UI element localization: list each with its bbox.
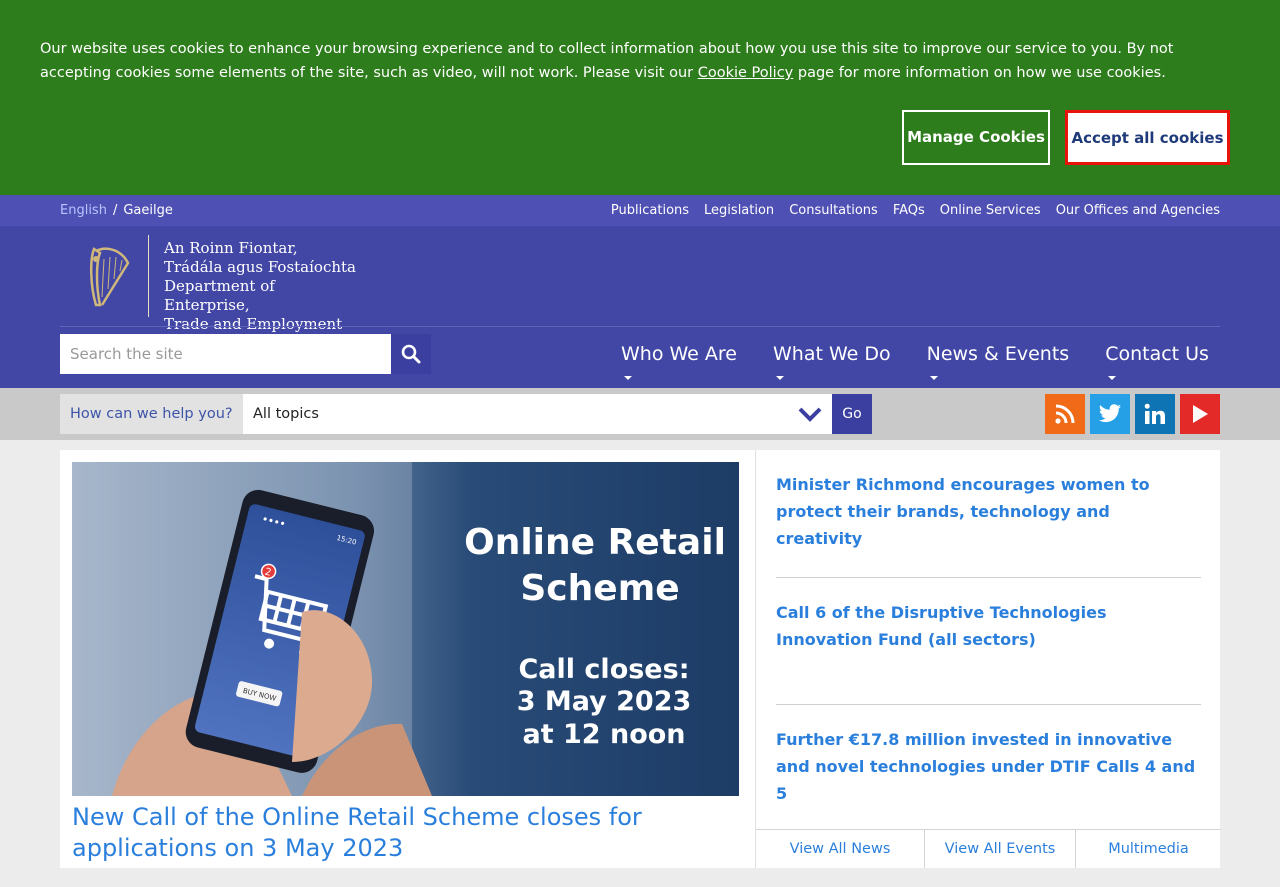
banner-sub-3: at 12 noon — [522, 719, 685, 750]
manage-cookies-button[interactable]: Manage Cookies — [902, 110, 1050, 165]
twitter-icon[interactable] — [1090, 394, 1130, 434]
view-all-news-link[interactable]: View All News — [756, 830, 925, 868]
util-link-online-services[interactable]: Online Services — [940, 203, 1041, 218]
nav-news-events[interactable]: News & Events — [909, 340, 1088, 380]
lang-separator: / — [112, 203, 118, 218]
util-link-consultations[interactable]: Consultations — [789, 203, 878, 218]
lang-gaeilge-link[interactable]: Gaeilge — [123, 203, 173, 218]
go-button[interactable]: Go — [832, 394, 872, 434]
chevron-down-icon — [798, 407, 822, 422]
social-links — [1045, 394, 1220, 434]
logo-divider — [148, 235, 149, 317]
accept-all-cookies-button[interactable]: Accept all cookies — [1065, 110, 1230, 165]
news-divider — [776, 577, 1201, 578]
harp-icon — [90, 247, 130, 307]
featured-image[interactable]: 15:20 2 BUY NOW Online Retail Scheme Cal… — [72, 462, 739, 796]
util-link-publications[interactable]: Publications — [611, 203, 689, 218]
linkedin-glyph — [1144, 403, 1165, 424]
help-bar: How can we help you? All topics Go — [0, 388, 1280, 440]
banner-heading-2: Scheme — [520, 568, 679, 609]
nav-what-we-do[interactable]: What We Do — [755, 340, 909, 380]
banner-heading-1: Online Retail — [464, 522, 726, 563]
online-retail-scheme-banner: 15:20 2 BUY NOW Online Retail Scheme Cal… — [72, 462, 739, 796]
featured-story: 15:20 2 BUY NOW Online Retail Scheme Cal… — [60, 450, 755, 868]
logo-line-2: Trádála agus Fostaíochta — [164, 258, 356, 276]
youtube-icon[interactable] — [1180, 394, 1220, 434]
cookie-policy-link[interactable]: Cookie Policy — [698, 65, 794, 81]
nav-contact-us[interactable]: Contact Us — [1087, 340, 1227, 380]
topic-selected-value: All topics — [253, 406, 319, 422]
view-all-events-link[interactable]: View All Events — [925, 830, 1076, 868]
rss-icon[interactable] — [1045, 394, 1085, 434]
cookie-message: Our website uses cookies to enhance your… — [40, 37, 1240, 85]
nav-label: News & Events — [926, 343, 1070, 365]
search-input[interactable]: Search the site — [60, 334, 391, 374]
util-link-faqs[interactable]: FAQs — [893, 203, 925, 218]
nav-label: Contact Us — [1105, 343, 1209, 365]
linkedin-icon[interactable] — [1135, 394, 1175, 434]
logo-line-3: Department of Enterprise, — [164, 277, 275, 314]
util-link-legislation[interactable]: Legislation — [704, 203, 774, 218]
nav-who-we-are[interactable]: Who We Are — [603, 340, 755, 380]
news-item[interactable]: Further €17.8 million invested in innova… — [776, 726, 1201, 807]
news-item[interactable]: Call 6 of the Disruptive Technologies In… — [776, 599, 1201, 653]
logo-line-1: An Roinn Fiontar, — [164, 239, 298, 257]
news-divider — [776, 704, 1201, 705]
twitter-bird-glyph — [1099, 404, 1121, 423]
news-item[interactable]: Minister Richmond encourages women to pr… — [776, 471, 1201, 552]
util-link-offices-agencies[interactable]: Our Offices and Agencies — [1056, 203, 1220, 218]
caret-down-icon — [775, 376, 784, 380]
play-glyph — [1193, 405, 1208, 423]
logo-text: An Roinn Fiontar, Trádála agus Fostaíoch… — [164, 239, 358, 334]
nav-label: What We Do — [772, 343, 891, 365]
help-label: How can we help you? — [60, 394, 243, 434]
caret-down-icon — [929, 376, 938, 380]
caret-down-icon — [1108, 376, 1117, 380]
news-panel: Minister Richmond encourages women to pr… — [755, 450, 1221, 868]
search-button[interactable] — [391, 334, 431, 374]
header-divider — [60, 326, 1220, 327]
cookie-banner: Our website uses cookies to enhance your… — [0, 0, 1280, 195]
utility-links: Publications Legislation Consultations F… — [611, 203, 1220, 218]
nav-label: Who We Are — [621, 343, 737, 365]
department-logo[interactable]: An Roinn Fiontar, Trádála agus Fostaíoch… — [88, 235, 358, 333]
banner-sub-1: Call closes: — [518, 654, 689, 685]
topic-select[interactable]: All topics — [243, 394, 832, 434]
cookie-text-after: page for more information on how we use … — [793, 65, 1166, 81]
search-icon — [401, 344, 421, 364]
language-switcher: English / Gaeilge — [60, 203, 173, 218]
site-header: An Roinn Fiontar, Trádála agus Fostaíoch… — [0, 226, 1280, 388]
caret-down-icon — [624, 376, 632, 380]
lang-english-link[interactable]: English — [60, 203, 107, 218]
banner-sub-2: 3 May 2023 — [517, 686, 692, 717]
utility-bar: English / Gaeilge Publications Legislation… — [0, 195, 1280, 226]
rss-glyph — [1055, 404, 1075, 424]
featured-story-title[interactable]: New Call of the Online Retail Scheme clo… — [72, 802, 739, 864]
main-navigation: Who We Are What We Do News & Events Cont… — [603, 340, 1227, 380]
multimedia-link[interactable]: Multimedia — [1076, 830, 1221, 868]
logo-line-4: Trade and Employment — [164, 315, 343, 333]
news-tabs: View All News View All Events Multimedia — [756, 829, 1221, 868]
